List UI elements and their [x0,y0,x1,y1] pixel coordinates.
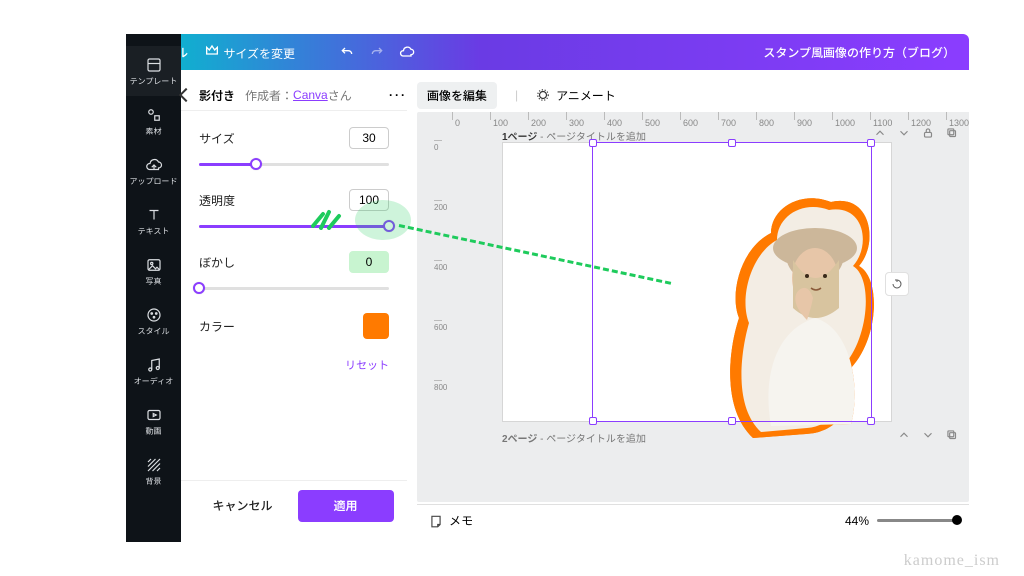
animate-icon [536,88,550,102]
back-chevron-icon[interactable] [179,88,193,102]
rotate-handle[interactable] [885,272,909,296]
nav-style[interactable]: スタイル [126,296,181,346]
music-icon [145,356,163,374]
animate-button[interactable]: アニメート [536,87,616,104]
prop-blur: ぼかし 0 [199,251,389,295]
opacity-label: 透明度 [199,192,235,209]
nav-bg[interactable]: 背景 [126,446,181,496]
context-toolbar: 画像を編集 | アニメート [417,80,937,110]
rotate-icon [891,278,903,290]
apply-button[interactable]: 適用 [298,490,394,522]
top-app-bar: ファイル サイズを変更 スタンプ風画像の作り方（ブログ） [126,34,969,70]
chevron-down-icon[interactable] [921,428,935,442]
video-icon [145,406,163,424]
size-value-input[interactable]: 30 [349,127,389,149]
panel-title: 影付き [199,87,235,104]
size-label: サイズ [199,130,235,147]
blur-slider[interactable] [199,281,389,295]
cloud-upload-icon [145,156,163,174]
nav-photo[interactable]: 写真 [126,246,181,296]
crown-icon [204,42,220,58]
palette-icon [145,306,163,324]
document-title: スタンプ風画像の作り方（ブログ） [763,44,955,61]
reset-link[interactable]: リセット [199,357,389,373]
hatch-icon [145,456,163,474]
panel-header: 影付き 作成者： Canva さん ··· [181,80,407,110]
author-suffix: さん [328,87,352,104]
ruler-vertical: 0200400600800 [434,130,452,480]
author-label: 作成者： [245,87,293,104]
page-1-controls [873,126,959,140]
page-1-title[interactable]: 1ページ - ページタイトルを追加 [502,128,646,143]
notes-button[interactable]: メモ [449,512,473,529]
duplicate-icon[interactable] [945,428,959,442]
zoom-level[interactable]: 44% [845,514,869,528]
nav-template[interactable]: テンプレート [126,46,181,96]
blur-value-input[interactable]: 0 [349,251,389,273]
more-menu-icon[interactable]: ··· [389,88,407,102]
color-label: カラー [199,318,235,335]
chevron-up-icon[interactable] [873,126,887,140]
selection-box[interactable] [592,142,872,422]
nav-audio[interactable]: オーディオ [126,346,181,396]
nav-text[interactable]: テキスト [126,196,181,246]
cloud-sync-icon[interactable] [399,44,415,60]
nav-upload[interactable]: アップロード [126,146,181,196]
chevron-up-icon[interactable] [897,428,911,442]
shapes-icon [145,106,163,124]
cancel-button[interactable]: キャンセル [195,490,291,522]
bottom-bar: メモ 44% [417,504,969,536]
watermark: kamome_ism [904,552,1000,570]
prop-color: カラー [199,313,389,339]
notes-icon[interactable] [429,514,443,528]
size-slider[interactable] [199,157,389,171]
color-swatch[interactable] [363,313,389,339]
shadow-properties-panel: サイズ 30 透明度 100 ぼかし 0 [181,110,407,476]
nav-video[interactable]: 動画 [126,396,181,446]
author-link[interactable]: Canva [293,88,328,102]
lock-icon[interactable] [921,126,935,140]
blur-label: ぼかし [199,254,235,271]
undo-icon[interactable] [339,44,355,60]
panel-footer: キャンセル 適用 [181,480,407,530]
zoom-slider[interactable] [877,519,957,522]
editor-canvas[interactable]: 0100200300400500600700800900100011001200… [417,112,969,502]
prop-size: サイズ 30 [199,127,389,171]
menu-resize[interactable]: サイズを変更 [204,42,295,62]
divider: | [515,88,518,102]
annotation-highlight [355,200,411,240]
photo-icon [145,256,163,274]
template-icon [145,56,163,74]
page-2-title[interactable]: 2ページ - ページタイトルを追加 [502,430,646,445]
chevron-down-icon[interactable] [897,126,911,140]
duplicate-icon[interactable] [945,126,959,140]
edit-image-button[interactable]: 画像を編集 [417,82,497,109]
side-nav: テンプレート 素材 アップロード テキスト 写真 スタイル オーディオ 動画 [126,34,181,542]
nav-elements[interactable]: 素材 [126,96,181,146]
annotation-mark-icon [309,206,343,230]
page-2-controls [897,428,959,442]
text-icon [145,206,163,224]
redo-icon[interactable] [369,44,385,60]
